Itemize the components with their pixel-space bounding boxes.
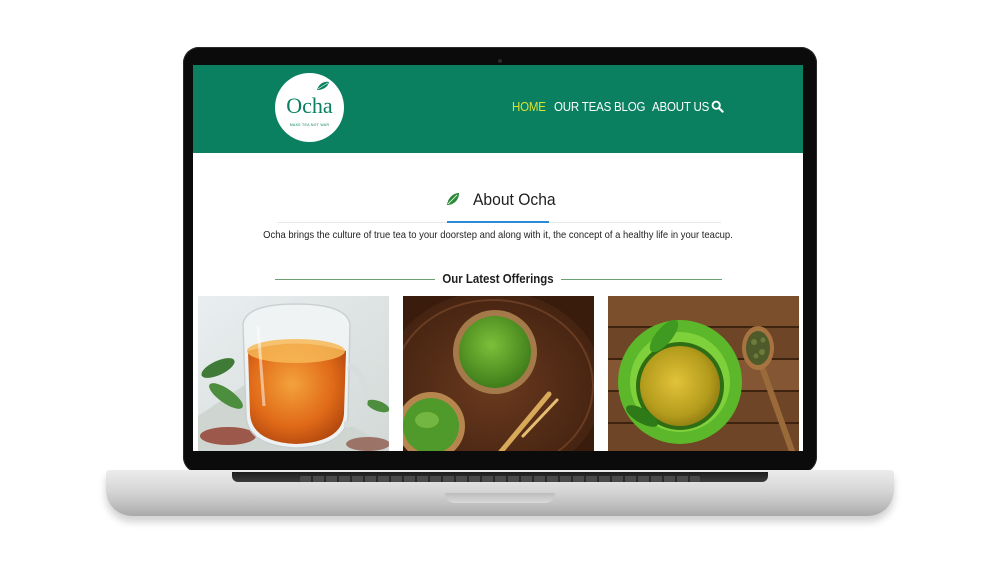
- offering-card-black-tea[interactable]: [198, 296, 389, 451]
- offerings-title: Our Latest Offerings: [442, 271, 554, 286]
- website-screen: Ocha MAKE TEA NOT WAR HOME OUR TEAS BLOG…: [193, 65, 803, 451]
- matcha-image: [403, 296, 594, 451]
- about-title: About Ocha: [473, 190, 556, 209]
- nav-our-teas[interactable]: OUR TEAS: [554, 100, 611, 114]
- nav-about-us[interactable]: ABOUT US: [652, 100, 709, 114]
- title-underline: [447, 221, 549, 223]
- offering-card-matcha[interactable]: [403, 296, 594, 451]
- logo[interactable]: Ocha MAKE TEA NOT WAR: [275, 73, 344, 142]
- leaf-icon: [447, 193, 459, 205]
- site-header: Ocha MAKE TEA NOT WAR HOME OUR TEAS BLOG…: [193, 65, 803, 153]
- logo-wordmark: Ocha: [286, 93, 333, 118]
- laptop-notch: [445, 493, 555, 503]
- nav-home[interactable]: HOME: [512, 100, 546, 114]
- logo-tagline: MAKE TEA NOT WAR: [289, 123, 330, 127]
- search-icon[interactable]: [711, 100, 724, 113]
- offering-card-green-tea[interactable]: [608, 296, 799, 451]
- webcam: [498, 59, 502, 63]
- about-description: Ocha brings the culture of true tea to y…: [263, 229, 733, 241]
- keyboard-edge: [300, 476, 700, 482]
- green-tea-image: [608, 296, 799, 451]
- black-tea-image: [198, 296, 389, 451]
- nav-blog[interactable]: BLOG: [614, 100, 645, 114]
- logo-leaf-icon: [317, 81, 329, 90]
